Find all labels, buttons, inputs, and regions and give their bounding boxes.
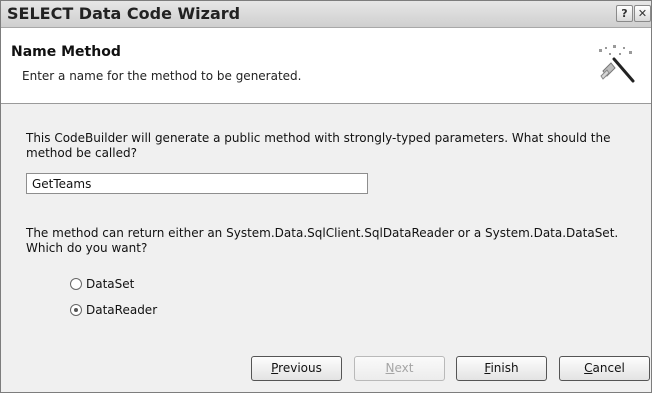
radio-dataset-label: DataSet	[86, 277, 135, 291]
radio-unselected-icon[interactable]	[70, 278, 82, 290]
radio-dot	[74, 308, 78, 312]
wizard-window: SELECT Data Code Wizard ? ✕ Name Method …	[0, 0, 652, 393]
wizard-header: Name Method Enter a name for the method …	[1, 28, 651, 104]
help-icon[interactable]: ?	[616, 5, 633, 22]
window-title: SELECT Data Code Wizard	[7, 4, 241, 23]
page-title: Name Method	[11, 44, 121, 60]
radio-selected-icon[interactable]	[70, 304, 82, 316]
radio-datareader-label: DataReader	[86, 303, 158, 317]
cancel-button[interactable]: Cancel	[559, 356, 650, 381]
return-type-question: The method can return either an System.D…	[26, 226, 619, 255]
close-icon[interactable]: ✕	[634, 5, 651, 22]
wand-icon	[599, 45, 635, 83]
finish-button[interactable]: Finish	[456, 356, 547, 381]
method-name-input[interactable]	[26, 173, 368, 194]
title-bar[interactable]: SELECT Data Code Wizard ? ✕	[1, 1, 651, 28]
radio-datareader[interactable]: DataReader	[70, 301, 157, 319]
next-button[interactable]: Next	[354, 356, 445, 381]
page-subtitle: Enter a name for the method to be genera…	[22, 69, 302, 83]
method-name-question: This CodeBuilder will generate a public …	[26, 131, 611, 160]
radio-dataset[interactable]: DataSet	[70, 275, 134, 293]
previous-button[interactable]: Previous	[251, 356, 342, 381]
wizard-content: This CodeBuilder will generate a public …	[1, 104, 651, 392]
